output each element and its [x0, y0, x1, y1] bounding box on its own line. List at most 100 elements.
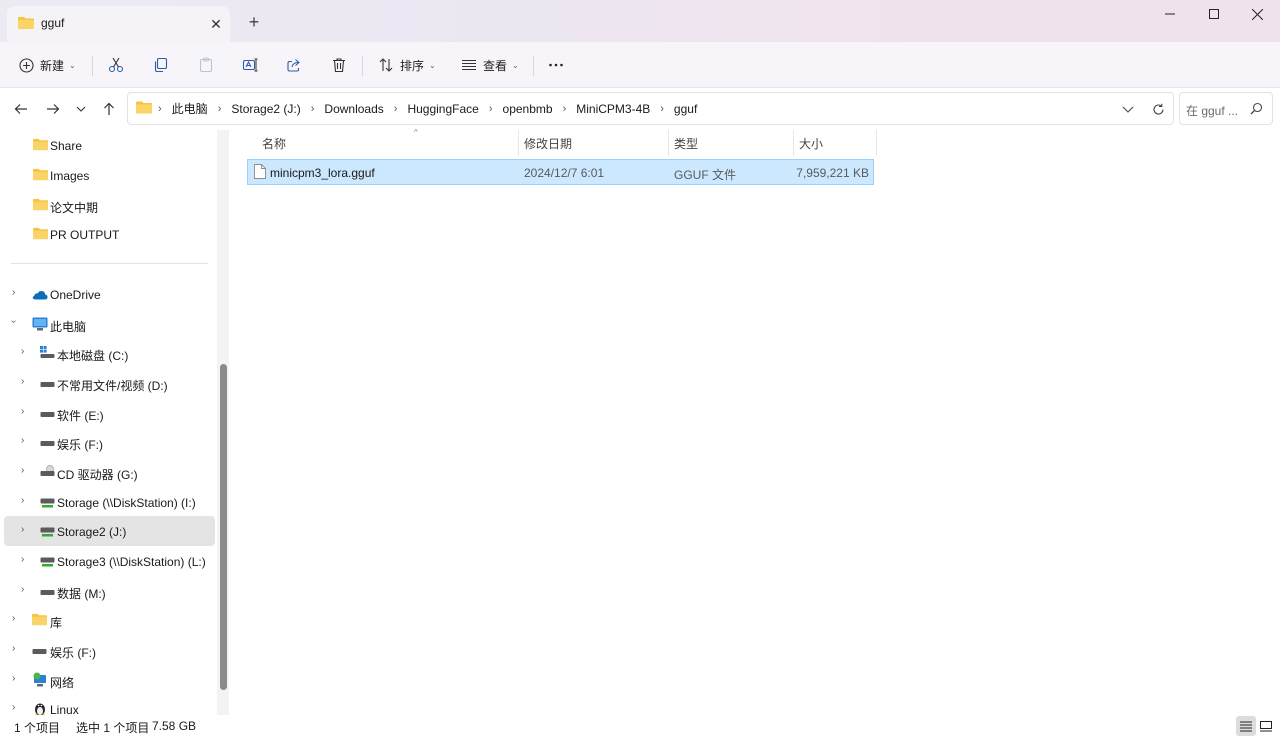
tab-title: gguf	[41, 16, 65, 30]
search-input[interactable]: 在 gguf ...	[1186, 102, 1238, 119]
chevron-right-icon[interactable]: ›	[12, 643, 15, 654]
column-header-modified[interactable]: 修改日期	[524, 130, 668, 156]
sort-button[interactable]: 排序 ⌄	[378, 50, 436, 80]
sidebar-item-this-pc[interactable]: › 此电脑	[0, 310, 215, 338]
breadcrumb-item[interactable]: gguf	[672, 102, 699, 116]
close-window-icon[interactable]	[1234, 0, 1280, 28]
file-icon	[254, 164, 266, 182]
maximize-icon[interactable]	[1191, 0, 1237, 28]
chevron-right-icon[interactable]: ›	[218, 103, 222, 115]
chevron-right-icon[interactable]: ›	[21, 495, 24, 506]
chevron-right-icon[interactable]: ›	[12, 673, 15, 684]
command-bar: 新建 ⌄ 排序 ⌄ 查看 ⌄	[0, 42, 1280, 88]
chevron-right-icon[interactable]: ›	[489, 103, 493, 115]
chevron-right-icon[interactable]: ›	[21, 376, 24, 387]
sidebar-item-drive-j[interactable]: › Storage2 (J:)	[4, 516, 215, 546]
view-button[interactable]: 查看 ⌄	[461, 50, 519, 80]
folder-icon	[33, 227, 48, 243]
column-header-size[interactable]: 大小	[799, 130, 876, 156]
file-type: GGUF 文件	[674, 168, 736, 182]
search-icon[interactable]	[1250, 102, 1263, 118]
sidebar-item-onedrive[interactable]: › OneDrive	[0, 280, 215, 308]
back-button[interactable]	[8, 97, 34, 121]
chevron-right-icon[interactable]: ›	[12, 287, 15, 298]
column-header-type[interactable]: 类型	[674, 130, 793, 156]
chevron-right-icon[interactable]: ›	[660, 103, 664, 115]
more-icon	[549, 63, 563, 67]
sidebar-item-drive-c[interactable]: › 本地磁盘 (C:)	[0, 339, 215, 367]
search-box[interactable]: 在 gguf ...	[1179, 92, 1273, 125]
chevron-right-icon[interactable]: ›	[21, 465, 24, 476]
column-resize-handle[interactable]	[668, 130, 669, 156]
chevron-right-icon[interactable]: ›	[563, 103, 567, 115]
chevron-right-icon[interactable]: ›	[12, 613, 15, 624]
sidebar-item-drive-e[interactable]: › 软件 (E:)	[0, 399, 215, 427]
folder-icon	[33, 138, 48, 154]
refresh-button[interactable]	[1148, 99, 1168, 119]
drive-icon	[40, 378, 55, 392]
sidebar-item-libraries[interactable]: › 库	[0, 606, 215, 634]
sidebar-item-images[interactable]: Images	[0, 161, 215, 189]
up-button[interactable]	[96, 97, 122, 121]
address-history-button[interactable]	[1118, 99, 1138, 119]
column-resize-handle[interactable]	[793, 130, 794, 156]
rename-button[interactable]	[242, 50, 258, 80]
forward-button[interactable]	[40, 97, 66, 121]
minimize-icon[interactable]	[1147, 0, 1193, 28]
sidebar-item-drive-f[interactable]: › 娱乐 (F:)	[0, 428, 215, 456]
sidebar-item-share[interactable]: Share	[0, 131, 215, 159]
new-tab-icon[interactable]: +	[243, 11, 265, 33]
more-options-button[interactable]	[548, 50, 564, 80]
column-resize-handle[interactable]	[876, 130, 877, 156]
share-icon	[287, 59, 300, 72]
navigation-pane: Share Images 论文中期 PR OUTPUT › OneDrive ›…	[0, 130, 232, 717]
details-view-button[interactable]	[1236, 716, 1256, 736]
refresh-icon	[1152, 103, 1164, 115]
sidebar-item-pr-output[interactable]: PR OUTPUT	[0, 220, 215, 248]
breadcrumb-item[interactable]: 此电脑	[170, 100, 210, 117]
copy-button[interactable]	[153, 50, 169, 80]
breadcrumb-item[interactable]: HuggingFace	[405, 102, 480, 116]
selection-size: 7.58 GB	[152, 719, 197, 733]
sidebar-item-drive-g[interactable]: › CD 驱动器 (G:)	[0, 458, 215, 486]
delete-button[interactable]	[331, 50, 347, 80]
breadcrumb-item[interactable]: MiniCPM3-4B	[574, 102, 652, 116]
chevron-right-icon[interactable]: ›	[21, 584, 24, 595]
toolbar-divider	[92, 56, 93, 76]
tab-gguf[interactable]: gguf ✕	[7, 6, 230, 42]
paste-button[interactable]	[198, 50, 214, 80]
sidebar-item-drive-m[interactable]: › 数据 (M:)	[0, 577, 215, 605]
chevron-right-icon[interactable]: ›	[12, 702, 15, 713]
share-button[interactable]	[286, 50, 302, 80]
chevron-right-icon[interactable]: ›	[21, 524, 24, 535]
chevron-right-icon[interactable]: ›	[21, 346, 24, 357]
tiles-view-button[interactable]	[1256, 716, 1276, 736]
address-bar[interactable]: › 此电脑 › Storage2 (J:) › Downloads › Hugg…	[127, 92, 1174, 125]
tab-close-icon[interactable]: ✕	[205, 13, 227, 35]
column-resize-handle[interactable]	[518, 130, 519, 156]
column-header-name[interactable]: 名称 ^	[262, 128, 517, 156]
chevron-right-icon[interactable]: ›	[21, 406, 24, 417]
chevron-right-icon[interactable]: ›	[394, 103, 398, 115]
sidebar-scrollbar-thumb[interactable]	[220, 364, 227, 690]
chevron-right-icon[interactable]: ›	[21, 554, 24, 565]
trash-icon	[333, 58, 345, 73]
sidebar-item-thesis[interactable]: 论文中期	[0, 191, 215, 219]
chevron-down-icon[interactable]: ›	[8, 320, 19, 323]
recent-locations-button[interactable]	[68, 97, 94, 121]
cut-button[interactable]	[108, 50, 124, 80]
table-row[interactable]: minicpm3_lora.gguf 2024/12/7 6:01 GGUF 文…	[247, 159, 874, 185]
sidebar-item-drive-d[interactable]: › 不常用文件/视频 (D:)	[0, 369, 215, 397]
sidebar-item-drive-l[interactable]: › Storage3 (\\DiskStation) (L:)	[0, 547, 215, 575]
sidebar-item-network[interactable]: › 网络	[0, 666, 215, 694]
chevron-right-icon[interactable]: ›	[21, 435, 24, 446]
sidebar-item-drive-i[interactable]: › Storage (\\DiskStation) (I:)	[0, 488, 215, 516]
drive-icon	[32, 645, 47, 659]
rename-icon	[242, 58, 258, 72]
breadcrumb-item[interactable]: openbmb	[501, 102, 555, 116]
breadcrumb-item[interactable]: Storage2 (J:)	[229, 102, 302, 116]
chevron-right-icon[interactable]: ›	[311, 103, 315, 115]
breadcrumb-item[interactable]: Downloads	[322, 102, 385, 116]
sidebar-item-entertainment-f[interactable]: › 娱乐 (F:)	[0, 636, 215, 664]
new-button[interactable]: 新建 ⌄	[19, 50, 76, 80]
